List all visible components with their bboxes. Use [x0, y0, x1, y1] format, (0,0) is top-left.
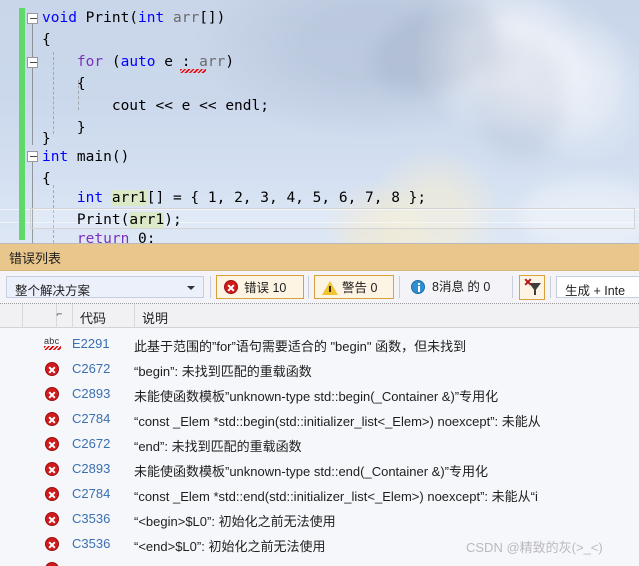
- error-icon: [45, 437, 59, 451]
- funnel-stem: [534, 290, 536, 295]
- error-squiggle: [180, 69, 206, 73]
- table-row[interactable]: C2784 “const _Elem *std::end(std::initia…: [0, 482, 639, 507]
- toolbar-separator: [550, 276, 551, 298]
- error-code[interactable]: C3536: [72, 536, 110, 551]
- error-code[interactable]: C3536: [72, 511, 110, 526]
- fold-toggle-print-function[interactable]: [27, 13, 38, 24]
- error-description: “<begin>$L0”: 初始化之前无法使用: [134, 514, 336, 529]
- code-line-2: {: [42, 32, 51, 48]
- errors-filter-label: 错误 10: [244, 281, 287, 295]
- error-code[interactable]: C2893: [72, 461, 110, 476]
- column-separator[interactable]: [72, 304, 73, 328]
- error-code[interactable]: C2672: [72, 436, 110, 451]
- error-icon: [45, 462, 59, 476]
- messages-filter-button[interactable]: 8消息 的 0: [405, 275, 510, 299]
- error-description: 未能使函数模板”unknown-type std::begin(_Contain…: [134, 389, 499, 404]
- error-code[interactable]: C2784: [72, 411, 110, 426]
- code-line-8: int main(): [42, 149, 130, 165]
- toolbar-separator: [399, 276, 400, 298]
- error-list-rows[interactable]: abc E2291 此基于范围的”for”语句需要适合的 "begin" 函数，…: [0, 328, 639, 566]
- table-row[interactable]: C2672 “begin”: 未找到匹配的重载函数: [0, 357, 639, 382]
- error-icon: [45, 387, 59, 401]
- error-description: “const _Elem *std::begin(std::initialize…: [134, 414, 541, 429]
- error-icon: [45, 362, 59, 376]
- scope-dropdown-value: 整个解决方案: [15, 284, 91, 298]
- severity-column-icon: ⌐: [56, 310, 63, 319]
- table-row[interactable]: C3536 “<begin>$L0”: 初始化之前无法使用: [0, 507, 639, 532]
- background-cloud-decoration: [360, 0, 510, 109]
- outline-guide-line: [32, 157, 33, 243]
- error-icon: [45, 562, 59, 566]
- error-code[interactable]: E2291: [72, 336, 110, 351]
- table-row[interactable]: C2784 “const _Elem *std::begin(std::init…: [0, 407, 639, 432]
- error-code[interactable]: C2672: [72, 361, 110, 376]
- toolbar-separator: [512, 276, 513, 298]
- error-list-column-headers: ⌐ 代码 说明: [0, 304, 639, 328]
- table-row[interactable]: C2893 未能使函数模板”unknown-type std::end(_Con…: [0, 457, 639, 482]
- background-cloud-decoration: [475, 40, 565, 160]
- code-line-1: void Print(int arr[]): [42, 10, 226, 26]
- table-row[interactable]: C2893 未能使函数模板”unknown-type std::begin(_C…: [0, 382, 639, 407]
- toolbar-separator: [210, 276, 211, 298]
- error-code[interactable]: C2893: [72, 386, 110, 401]
- fold-toggle-main-function[interactable]: [27, 151, 38, 162]
- scope-dropdown[interactable]: 整个解决方案: [6, 276, 204, 298]
- errors-filter-button[interactable]: 错误 10: [216, 275, 304, 299]
- info-icon: [411, 280, 425, 294]
- error-list-title-bar[interactable]: 错误列表: [0, 244, 639, 271]
- change-margin-bar: [19, 8, 25, 240]
- error-description: “end”: 未找到匹配的重载函数: [134, 439, 302, 454]
- error-description: “begin”: 未找到匹配的重载函数: [134, 364, 312, 379]
- error-list-toolbar: 整个解决方案 错误 10 警告 0 8消息 的 0 生成 + Inte: [0, 271, 639, 304]
- error-icon: [45, 412, 59, 426]
- warnings-filter-button[interactable]: 警告 0: [314, 275, 394, 299]
- build-source-dropdown[interactable]: 生成 + Inte: [556, 276, 639, 298]
- table-row[interactable]: abc E2291 此基于范围的”for”语句需要适合的 "begin" 函数，…: [0, 332, 639, 357]
- table-row[interactable]: C2672 “end”: 未找到匹配的重载函数: [0, 432, 639, 457]
- code-line-4: {: [42, 76, 86, 92]
- error-icon: [45, 537, 59, 551]
- column-separator[interactable]: [134, 304, 135, 328]
- clear-filter-icon-button[interactable]: [519, 275, 545, 300]
- intellisense-icon: abc: [44, 336, 62, 350]
- code-line-5: cout << e << endl;: [42, 98, 269, 114]
- outline-guide-line: [32, 20, 33, 145]
- error-icon: [45, 512, 59, 526]
- code-editor[interactable]: void Print(int arr[]) { for (auto e : ar…: [0, 0, 639, 243]
- column-header-description[interactable]: 说明: [142, 308, 168, 327]
- column-header-code[interactable]: 代码: [80, 308, 106, 327]
- code-line-10: int arr1[] = { 1, 2, 3, 4, 5, 6, 7, 8 };: [76, 190, 427, 206]
- code-line-12: return 0;: [76, 231, 156, 243]
- error-list-panel: 错误列表 整个解决方案 错误 10 警告 0 8消息 的 0 生成 + Inte…: [0, 243, 639, 566]
- messages-filter-label: 8消息 的 0: [432, 280, 491, 294]
- column-separator[interactable]: [22, 304, 23, 328]
- panel-title-label: 错误列表: [9, 251, 62, 266]
- chevron-down-icon: [187, 286, 195, 290]
- error-description: 未能使函数模板”unknown-type std::end(_Container…: [134, 464, 489, 479]
- build-source-value: 生成 + Inte: [565, 284, 626, 298]
- error-icon: [45, 487, 59, 501]
- error-description: 此基于范围的”for”语句需要适合的 "begin" 函数，但未找到: [134, 339, 467, 354]
- csdn-watermark: CSDN @精致的灰(>_<): [466, 540, 603, 555]
- warnings-filter-label: 警告 0: [342, 281, 378, 295]
- warning-icon: [322, 281, 338, 295]
- error-code[interactable]: C2784: [72, 486, 110, 501]
- toolbar-separator: [308, 276, 309, 298]
- error-icon: [224, 280, 238, 294]
- fold-toggle-for-loop[interactable]: [27, 57, 38, 68]
- error-description: “const _Elem *std::end(std::initializer_…: [134, 489, 538, 504]
